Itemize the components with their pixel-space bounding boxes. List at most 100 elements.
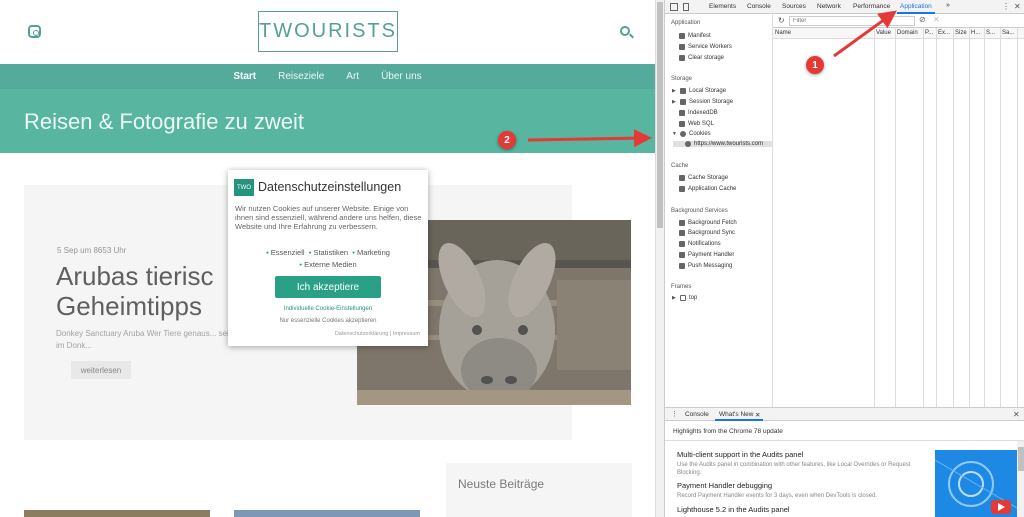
sidebar-item-clear-storage[interactable]: Clear storage — [679, 55, 724, 61]
cookie-options: • Essenziell • Statistiken • Marketing •… — [234, 247, 422, 271]
sidebar-item-indexeddb[interactable]: IndexedDB — [679, 110, 718, 116]
sidebar-item-session-storage[interactable]: ▶ Session Storage — [672, 99, 733, 105]
sidebar-item-cookie-origin[interactable]: https://www.twourists.com — [673, 141, 773, 147]
devtools-panel: Elements Console Sources Network Perform… — [664, 0, 1024, 517]
sidebar-item-label: Session Storage — [689, 99, 734, 105]
sidebar-item-background-sync[interactable]: Background Sync — [679, 230, 735, 236]
essential-only-link[interactable]: Nur essenzielle Cookies akzeptieren — [228, 318, 428, 324]
expand-arrow-icon[interactable]: ▶ — [672, 99, 677, 105]
page-scrollbar[interactable] — [655, 0, 664, 517]
option-dot-icon: • — [308, 248, 312, 257]
filter-input[interactable] — [789, 16, 915, 26]
column-httponly[interactable]: H... — [971, 30, 980, 36]
clear-all-icon[interactable]: ⊘ — [919, 15, 926, 24]
video-thumbnail-art — [935, 450, 1017, 517]
news-title[interactable]: Payment Handler debugging — [677, 481, 927, 490]
close-tab-icon[interactable]: ✕ — [755, 411, 760, 419]
more-tabs-icon[interactable]: » — [946, 2, 950, 9]
database-icon — [679, 175, 685, 181]
column-samesite[interactable]: Sa... — [1002, 30, 1014, 36]
sidebar-item-service-workers[interactable]: Service Workers — [679, 44, 732, 50]
cloud-icon — [679, 263, 685, 269]
sidebar-item-background-fetch[interactable]: Background Fetch — [679, 220, 737, 226]
column-size[interactable]: Size — [955, 30, 967, 36]
individual-settings-link[interactable]: Individuelle Cookie-Einstellungen — [228, 306, 428, 312]
news-item[interactable]: Payment Handler debugging Record Payment… — [677, 481, 927, 500]
option-dot-icon: • — [299, 260, 302, 269]
sidebar-item-label: Background Fetch — [688, 220, 737, 226]
expand-arrow-icon[interactable]: ▶ — [672, 295, 677, 301]
drawer-scrollbar-thumb[interactable] — [1018, 447, 1024, 471]
column-path[interactable]: P... — [925, 30, 933, 36]
tab-sources[interactable]: Sources — [782, 3, 806, 10]
section-frames: Frames — [671, 284, 692, 290]
sidebar-item-label: top — [689, 295, 698, 301]
sidebar-item-cache-storage[interactable]: Cache Storage — [679, 175, 728, 181]
device-toolbar-icon[interactable] — [683, 3, 689, 11]
column-name[interactable]: Name — [775, 30, 791, 36]
column-divider[interactable] — [969, 28, 970, 407]
column-divider[interactable] — [1017, 28, 1018, 407]
sidebar-item-label: Application Cache — [688, 186, 737, 192]
video-thumbnail[interactable] — [935, 450, 1017, 517]
sidebar-item-label: Web SQL — [688, 121, 714, 127]
drawer-scrollbar[interactable] — [1017, 441, 1024, 517]
tab-console[interactable]: Console — [747, 3, 771, 10]
column-divider[interactable] — [936, 28, 937, 407]
column-divider[interactable] — [984, 28, 985, 407]
column-divider[interactable] — [895, 28, 896, 407]
frame-icon — [680, 295, 686, 301]
inspect-element-icon[interactable] — [670, 3, 678, 11]
kebab-menu-icon[interactable]: ⋮ — [1002, 2, 1010, 11]
sidebar-item-local-storage[interactable]: ▶ Local Storage — [672, 88, 726, 94]
close-icon[interactable]: ✕ — [1014, 2, 1021, 11]
sidebar-item-application-cache[interactable]: Application Cache — [679, 186, 736, 192]
drawer-tab-whats-new[interactable]: What's New — [719, 411, 753, 418]
drawer-active-tab-indicator — [715, 419, 763, 421]
column-divider[interactable] — [874, 28, 875, 407]
sidebar-item-cookies[interactable]: ▼ Cookies — [672, 131, 711, 137]
news-item[interactable]: Multi-client support in the Audits panel… — [677, 450, 927, 477]
option-marketing[interactable]: Marketing — [357, 248, 390, 257]
news-item[interactable]: Lighthouse 5.2 in the Audits panel — [677, 505, 927, 514]
delete-selected-icon[interactable]: ✕ — [933, 15, 940, 24]
sidebar-item-frame-top[interactable]: ▶ top — [672, 295, 697, 301]
sidebar-item-notifications[interactable]: Notifications — [679, 241, 721, 247]
drawer-tabbar: ⋮ Console What's New ✕ ✕ — [665, 408, 1024, 421]
close-drawer-icon[interactable]: ✕ — [1013, 410, 1020, 419]
database-icon — [679, 110, 685, 116]
column-domain[interactable]: Domain — [897, 30, 918, 36]
devtools-tabbar: Elements Console Sources Network Perform… — [665, 0, 1024, 14]
column-secure[interactable]: S... — [986, 30, 995, 36]
news-title[interactable]: Multi-client support in the Audits panel — [677, 450, 927, 459]
column-divider[interactable] — [1000, 28, 1001, 407]
accept-cookies-button[interactable]: Ich akzeptiere — [275, 276, 381, 298]
tab-network[interactable]: Network — [817, 3, 841, 10]
option-statistiken[interactable]: Statistiken — [313, 248, 348, 257]
sidebar-item-manifest[interactable]: Manifest — [679, 33, 711, 39]
column-value[interactable]: Value — [876, 30, 891, 36]
expand-arrow-icon[interactable]: ▶ — [672, 88, 677, 94]
column-divider[interactable] — [923, 28, 924, 407]
page-scrollbar-thumb[interactable] — [657, 2, 663, 228]
sidebar-item-payment-handler[interactable]: Payment Handler — [679, 252, 734, 258]
modal-footer-links[interactable]: Datenschutzerklärung | Impressum — [335, 331, 420, 337]
tab-performance[interactable]: Performance — [853, 3, 890, 10]
news-title[interactable]: Lighthouse 5.2 in the Audits panel — [677, 505, 927, 514]
drawer-tab-console[interactable]: Console — [685, 411, 709, 418]
tab-application[interactable]: Application — [900, 3, 932, 10]
sidebar-item-web-sql[interactable]: Web SQL — [679, 121, 714, 127]
collapse-arrow-icon[interactable]: ▼ — [672, 131, 677, 137]
option-essenziell[interactable]: Essenziell — [271, 248, 305, 257]
tab-elements[interactable]: Elements — [709, 3, 736, 10]
news-desc: Record Payment Handler events for 3 days… — [677, 493, 878, 499]
column-expires[interactable]: Ex... — [938, 30, 950, 36]
refresh-icon[interactable]: ↻ — [778, 16, 785, 25]
sidebar-item-label: Clear storage — [688, 55, 725, 61]
option-externe-medien[interactable]: Externe Medien — [304, 260, 357, 269]
sidebar-item-label: Cookies — [689, 131, 711, 137]
column-divider[interactable] — [953, 28, 954, 407]
drawer-menu-icon[interactable]: ⋮ — [671, 410, 678, 418]
sidebar-item-push-messaging[interactable]: Push Messaging — [679, 263, 732, 269]
modal-text: Wir nutzen Cookies auf unserer Website. … — [235, 204, 422, 231]
